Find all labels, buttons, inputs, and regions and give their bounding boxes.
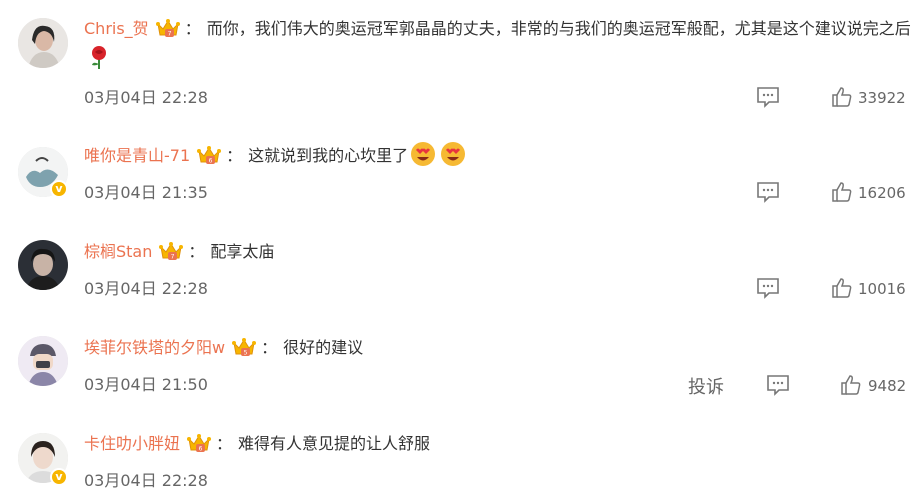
username-link[interactable]: 棕榈Stan (84, 242, 152, 261)
username-link[interactable]: 埃菲尔铁塔的夕阳w (84, 338, 225, 357)
vip-crown-icon: 7 (155, 17, 181, 39)
username-link[interactable]: 唯你是青山-71 (84, 146, 190, 165)
vip-crown-icon: 7 (158, 240, 184, 262)
colon-separator: ： (261, 338, 278, 357)
avatar[interactable] (18, 18, 68, 68)
avatar[interactable] (18, 336, 68, 386)
like-count: 16206 (858, 184, 906, 202)
vip-crown-icon: 6 (196, 144, 222, 166)
avatar-image (18, 240, 68, 290)
verified-badge-icon: v (50, 180, 68, 198)
svg-text:5: 5 (244, 350, 248, 357)
comment-reply-icon[interactable] (756, 277, 780, 299)
like-count: 33922 (858, 89, 906, 107)
svg-text:6: 6 (199, 446, 203, 453)
thumbs-up-icon[interactable] (831, 181, 853, 203)
svg-text:7: 7 (167, 31, 171, 38)
avatar[interactable] (18, 240, 68, 290)
comment-time: 03月04日 21:35 (84, 183, 208, 202)
heart-eyes-emoji (440, 141, 466, 167)
avatar-image (18, 336, 68, 386)
comment-body: 卡住叻小胖妞 6 ： 难得有人意见提的让人舒服 (84, 429, 916, 459)
comment-body: 唯你是青山-71 6 ： 这就说到我的心坎里了 (84, 141, 916, 171)
comment-body: Chris_贺 7 ： 而你，我们伟大的奥运冠军郭晶晶的丈夫，非常的与我们的奥运冠军般… (84, 14, 916, 74)
comment-time: 03月04日 22:28 (84, 279, 208, 298)
comment-body: 埃菲尔铁塔的夕阳w 5 ： 很好的建议 (84, 333, 916, 363)
comment-text: 而你，我们伟大的奥运冠军郭晶晶的丈夫，非常的与我们的奥运冠军般配，尤其是这个建议… (206, 19, 911, 38)
comment-reply-icon[interactable] (756, 181, 780, 203)
comment-text: 这就说到我的心坎里了 (248, 146, 409, 165)
avatar-image (18, 18, 68, 68)
comment-reply-icon[interactable] (756, 86, 780, 108)
rose-emoji (86, 44, 112, 70)
thumbs-up-icon[interactable] (840, 374, 862, 396)
colon-separator: ： (188, 242, 205, 261)
like-count: 10016 (858, 280, 906, 298)
comment-text: 难得有人意见提的让人舒服 (238, 434, 431, 453)
svg-text:6: 6 (209, 158, 213, 165)
report-link[interactable]: 投诉 (688, 373, 724, 399)
svg-text:7: 7 (171, 254, 175, 261)
comment-text: 很好的建议 (283, 338, 364, 357)
comment-time: 03月04日 21:50 (84, 375, 208, 394)
thumbs-up-icon[interactable] (831, 277, 853, 299)
vip-crown-icon: 6 (186, 432, 212, 454)
heart-eyes-emoji (410, 141, 436, 167)
verified-badge-icon: v (50, 468, 68, 486)
comment-text: 配享太庙 (210, 242, 275, 261)
username-link[interactable]: 卡住叻小胖妞 (84, 434, 180, 453)
colon-separator: ： (216, 434, 233, 453)
colon-separator: ： (226, 146, 243, 165)
colon-separator: ： (184, 19, 201, 38)
username-link[interactable]: Chris_贺 (84, 19, 149, 38)
comment-body: 棕榈Stan 7 ： 配享太庙 (84, 237, 916, 267)
vip-crown-icon: 5 (231, 336, 257, 358)
comment-reply-icon[interactable] (766, 374, 790, 396)
like-count: 9482 (868, 377, 907, 395)
comment-time: 03月04日 22:28 (84, 88, 208, 107)
comment-time: 03月04日 22:28 (84, 471, 208, 490)
thumbs-up-icon[interactable] (831, 86, 853, 108)
